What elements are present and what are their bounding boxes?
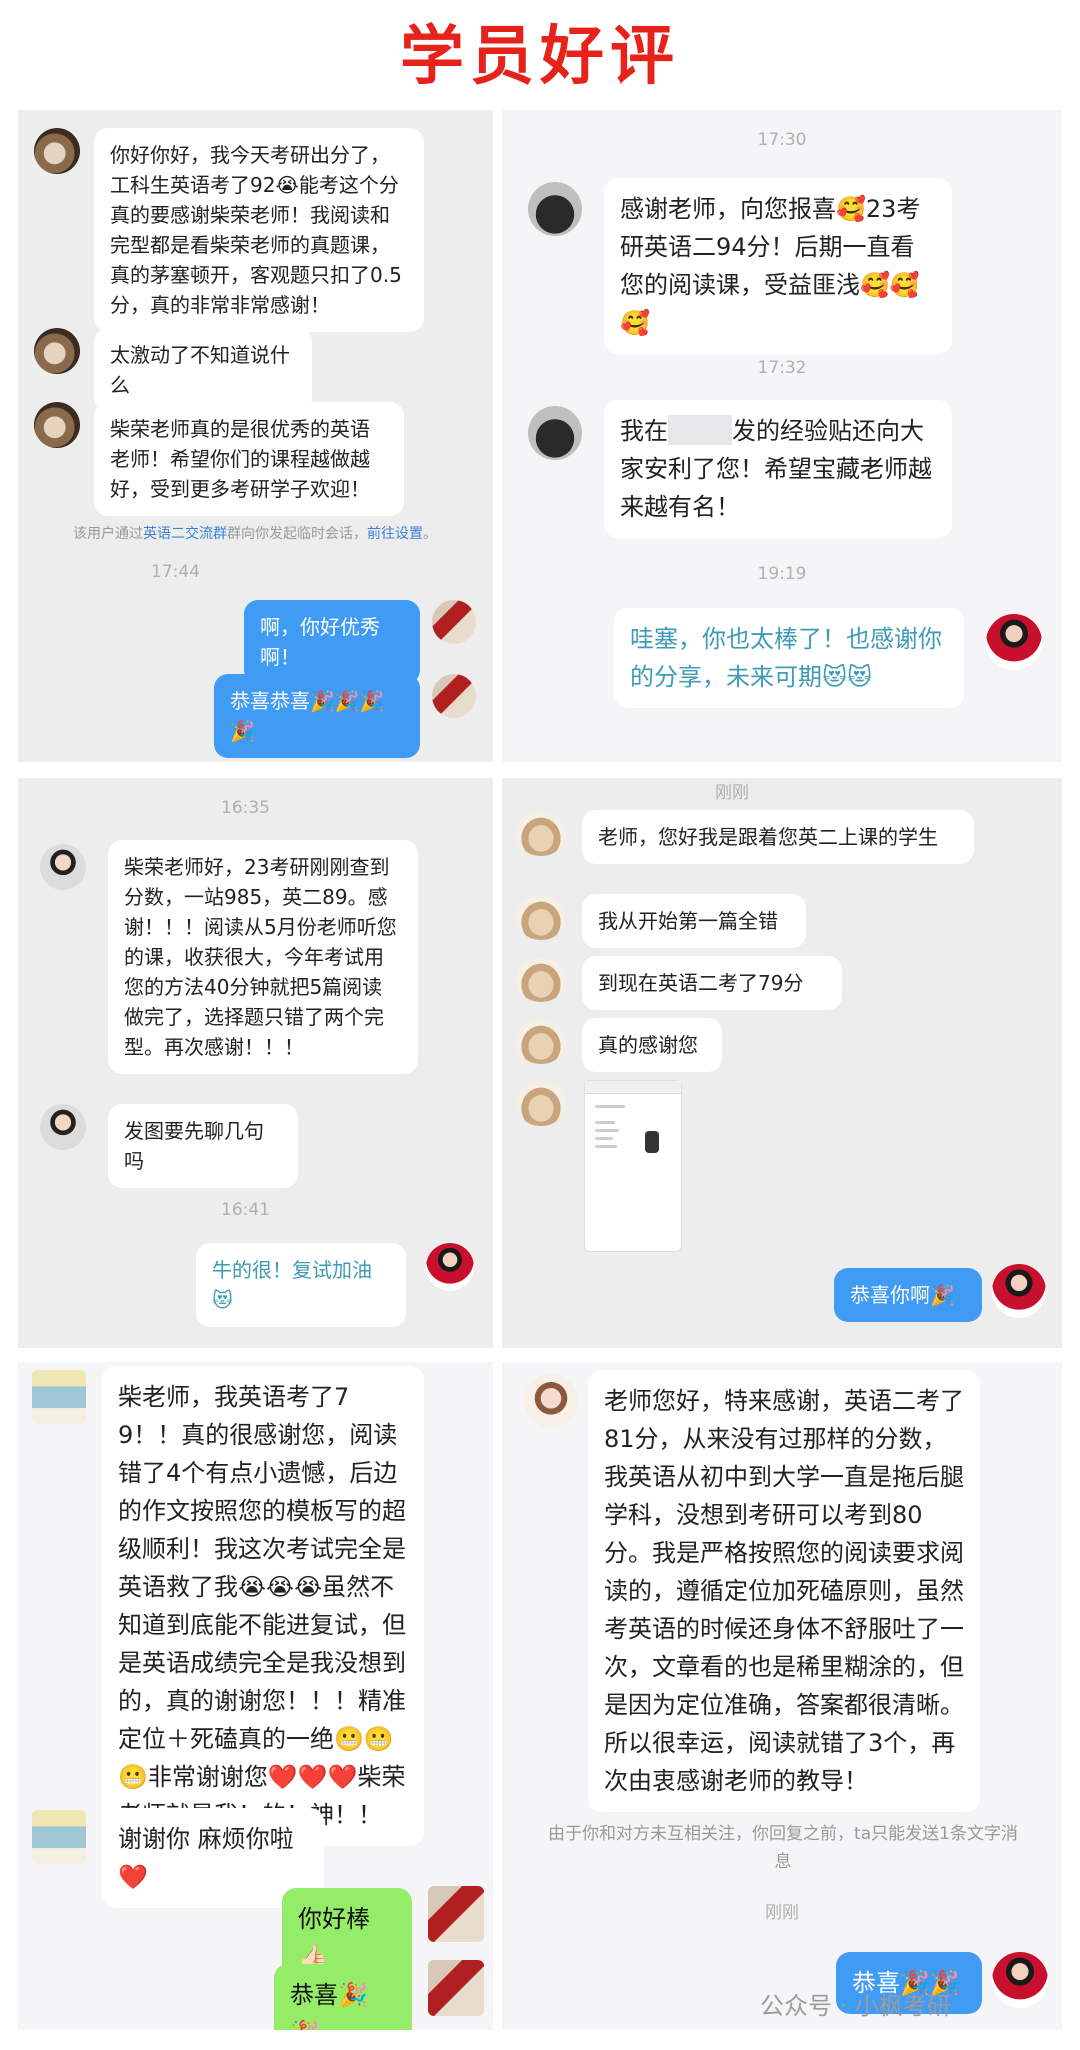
message-bubble: 我在 发的经验贴还向大家安利了您！希望宝藏老师越来越有名！ [604,400,952,538]
avatar[interactable] [428,1886,484,1942]
message-bubble: 老师，您好我是跟着您英二上课的学生 [582,810,974,864]
chat-panel-2: 17:30 感谢老师，向您报喜🥰23考研英语二94分！后期一直看您的阅读课，受益… [502,110,1062,762]
message-bubble: 老师您好，特来感谢，英语二考了81分，从来没有过那样的分数，我英语从初中到大学一… [588,1370,980,1812]
avatar[interactable] [516,812,566,856]
timestamp: 16:35 [221,798,270,818]
timestamp: 19:19 [757,564,807,584]
avatar[interactable] [40,844,86,890]
temp-session-notice: 该用户通过英语二交流群群向你发起临时会话，前往设置。 [73,526,437,542]
avatar[interactable] [32,1810,86,1864]
group-link[interactable]: 英语二交流群 [143,526,227,542]
page-title: 学员好评 [400,20,680,94]
avatar[interactable] [426,1243,474,1291]
message-bubble: 你好你好，我今天考研出分了，工科生英语考了92😭能考这个分真的要感谢柴荣老师！我… [94,128,424,332]
screenshot-thumbnail[interactable] [584,1080,682,1252]
avatar[interactable] [34,402,80,448]
message-bubble: 柴荣老师真的是很优秀的英语老师！希望你们的课程越做越好，受到更多考研学子欢迎！ [94,402,404,516]
avatar[interactable] [992,1264,1046,1318]
timestamp: 刚刚 [765,1903,799,1923]
chat-panel-5: 柴老师，我英语考了79！！真的很感谢您，阅读错了4个有点小遗憾，后边的作文按照您… [18,1362,493,2030]
avatar[interactable] [986,614,1042,670]
avatar[interactable] [40,1104,86,1150]
avatar[interactable] [516,896,566,940]
chat-panel-3: 16:35 柴荣老师好，23考研刚刚查到分数，一站985，英二89。感谢！！！阅… [18,778,493,1348]
timestamp: 17:30 [757,130,807,150]
reply-bubble: 恭喜你啊🎉 [834,1268,982,1322]
message-bubble: 感谢老师，向您报喜🥰23考研英语二94分！后期一直看您的阅读课，受益匪浅🥰🥰🥰 [604,178,952,354]
chat-panel-1: 你好你好，我今天考研出分了，工科生英语考了92😭能考这个分真的要感谢柴荣老师！我… [18,110,493,762]
chat-panel-6: 老师您好，特来感谢，英语二考了81分，从来没有过那样的分数，我英语从初中到大学一… [502,1362,1062,2030]
message-bubble: 我从开始第一篇全错 [582,894,806,948]
avatar[interactable] [428,1960,484,2016]
chat-panel-4: 刚刚 老师，您好我是跟着您英二上课的学生 我从开始第一篇全错 到现在英语二考了7… [502,778,1062,1348]
reply-bubble: 恭喜🎉🎉 [274,1964,412,2030]
message-bubble: 柴荣老师好，23考研刚刚查到分数，一站985，英二89。感谢！！！阅读从5月份老… [108,840,418,1074]
avatar[interactable] [992,1952,1048,2008]
avatar[interactable] [528,406,582,460]
thumbnail-header [585,1081,681,1094]
avatar[interactable] [524,1374,578,1428]
reply-bubble: 啊，你好优秀啊！ [244,600,420,684]
timestamp: 16:41 [221,1200,270,1220]
message-bubble: 柴老师，我英语考了79！！真的很感谢您，阅读错了4个有点小遗憾，后边的作文按照您… [102,1366,424,1846]
timestamp: 刚刚 [715,783,749,803]
avatar[interactable] [528,182,582,236]
message-bubble: 太激动了不知道说什么 [94,328,312,412]
avatar[interactable] [34,328,80,374]
redacted-block [668,415,732,445]
message-bubble: 发图要先聊几句吗 [108,1104,298,1188]
reply-bubble: 牛的很！复试加油😻 [196,1243,406,1327]
timestamp: 17:32 [757,358,807,378]
avatar[interactable] [432,600,476,644]
settings-link[interactable]: 前往设置 [367,526,423,542]
avatar[interactable] [432,674,476,718]
watermark: 公众号 · 小枫考研 [760,1992,951,2020]
avatar[interactable] [34,128,80,174]
message-bubble: 到现在英语二考了79分 [582,956,842,1010]
reply-bubble: 恭喜恭喜🎉🎉🎉🎉 [214,674,420,758]
avatar[interactable] [516,1020,566,1064]
follow-notice: 由于你和对方未互相关注，你回复之前，ta只能发送1条文字消息 [548,1824,1018,1872]
reply-bubble: 哇塞，你也太棒了！也感谢你的分享，未来可期😻😻 [614,608,964,708]
avatar[interactable] [32,1370,86,1424]
timestamp: 17:44 [151,562,200,582]
avatar[interactable] [516,1082,566,1126]
message-bubble: 真的感谢您 [582,1018,722,1072]
avatar[interactable] [516,958,566,1002]
